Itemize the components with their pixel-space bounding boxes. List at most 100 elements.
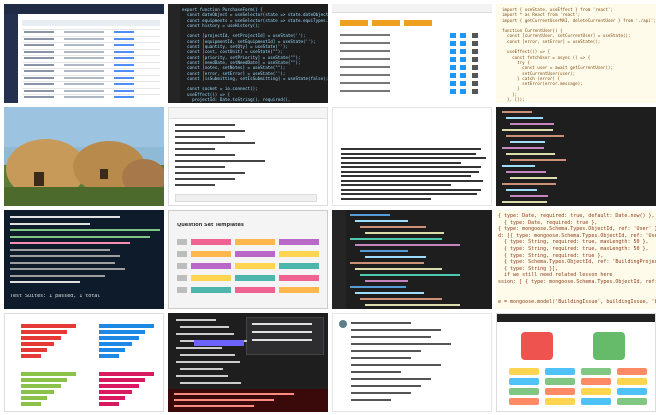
filter-button-2[interactable] (372, 20, 400, 26)
list-item-text (340, 82, 390, 84)
document-line (341, 157, 486, 159)
popup-line (252, 331, 312, 333)
bar-mark (99, 384, 139, 388)
question-pill (279, 275, 319, 281)
question-pill (235, 287, 275, 293)
bar-mark (21, 330, 68, 334)
tile-code-editor: export function PurchaseForm() { const d… (168, 4, 328, 103)
email-line (351, 392, 411, 394)
list-item-action (460, 57, 466, 62)
code-line: { type: String }], (498, 265, 559, 272)
list-item-action (472, 81, 478, 86)
question-pill (191, 263, 231, 269)
popup-line (252, 323, 312, 325)
code-line: { type: String, required: true, maxLengt… (498, 239, 649, 246)
notebook-line (175, 184, 215, 186)
error-line (174, 393, 294, 395)
list-item-action (450, 73, 456, 78)
table-header (22, 20, 160, 26)
bar-mark (21, 342, 54, 346)
code-block: import { useState, useEffect } from 'rea… (502, 7, 656, 102)
bar-mark (21, 378, 68, 382)
terminal-line (10, 274, 105, 277)
table-cell (24, 76, 54, 79)
explorer-item (176, 319, 216, 321)
bar-mark (99, 402, 119, 406)
selected-item (194, 340, 244, 346)
line-gutter (332, 210, 346, 309)
table-row (22, 74, 160, 76)
code-line: projectId: Date.toString(), required(), (182, 97, 291, 103)
terminal-line (10, 235, 150, 238)
tile-dark-explorer (168, 313, 328, 412)
document-line (341, 175, 471, 177)
explorer-item (176, 361, 240, 363)
filter-button-3[interactable] (404, 20, 432, 26)
app-button (617, 368, 647, 375)
question-pill (191, 275, 231, 281)
bar-mark (21, 402, 41, 406)
bar-mark (21, 354, 41, 358)
table-cell (64, 44, 104, 46)
email-line (351, 385, 421, 387)
table-row (22, 29, 160, 30)
code-line (502, 147, 544, 149)
terminal-line (10, 255, 120, 257)
explorer-item (180, 326, 229, 328)
code-line (510, 123, 554, 125)
table-cell (114, 50, 134, 53)
question-pill (235, 239, 275, 245)
table-cell (114, 96, 134, 98)
code-line (506, 135, 564, 137)
email-line (351, 336, 431, 338)
list-item-action (472, 65, 478, 70)
bar-mark (21, 390, 54, 394)
error-line (174, 405, 254, 407)
table-cell (64, 76, 104, 79)
question-handle (177, 275, 187, 281)
terminal-line (10, 261, 115, 264)
list-item-action (472, 49, 478, 54)
document-line (341, 193, 477, 195)
code-line (506, 117, 543, 119)
table-cell (64, 31, 104, 33)
table-row (22, 61, 160, 63)
table-cell (114, 44, 134, 46)
code-line (502, 183, 556, 185)
bar-mark (99, 330, 146, 334)
notebook-cell (175, 194, 317, 202)
notebook-line (175, 130, 245, 132)
list-item-action (460, 49, 466, 54)
document-line (341, 152, 476, 155)
document-line (341, 188, 481, 191)
popup-line (252, 339, 312, 341)
list-item-action (460, 81, 466, 86)
code-line: { type: String, required: true }, (498, 252, 604, 259)
list-item-action (460, 73, 466, 78)
tile-dark-code-narrow (496, 107, 656, 206)
app-button (509, 388, 539, 395)
filter-button-1[interactable] (340, 20, 368, 26)
avatar-green (593, 332, 625, 360)
table-cell (24, 50, 54, 53)
email-line (351, 399, 391, 401)
table-cell (114, 83, 134, 85)
terminal-line (10, 222, 90, 225)
code-line: d: [{ type: mongoose.Schema.Types.Object… (498, 232, 656, 239)
code-line (502, 129, 553, 131)
document-line (341, 161, 461, 164)
app-button (581, 368, 611, 375)
terminal-line (10, 268, 125, 270)
table-row (22, 94, 160, 95)
question-pill (191, 239, 231, 245)
table-cell (24, 63, 54, 66)
document-line (341, 184, 451, 186)
app-button (545, 378, 575, 385)
code-line (350, 262, 424, 264)
app-button (581, 388, 611, 395)
dashboard-sidebar (4, 14, 18, 103)
avatar (339, 320, 347, 328)
table-row (22, 35, 160, 37)
list-item-action (472, 57, 478, 62)
app-button (617, 398, 647, 405)
